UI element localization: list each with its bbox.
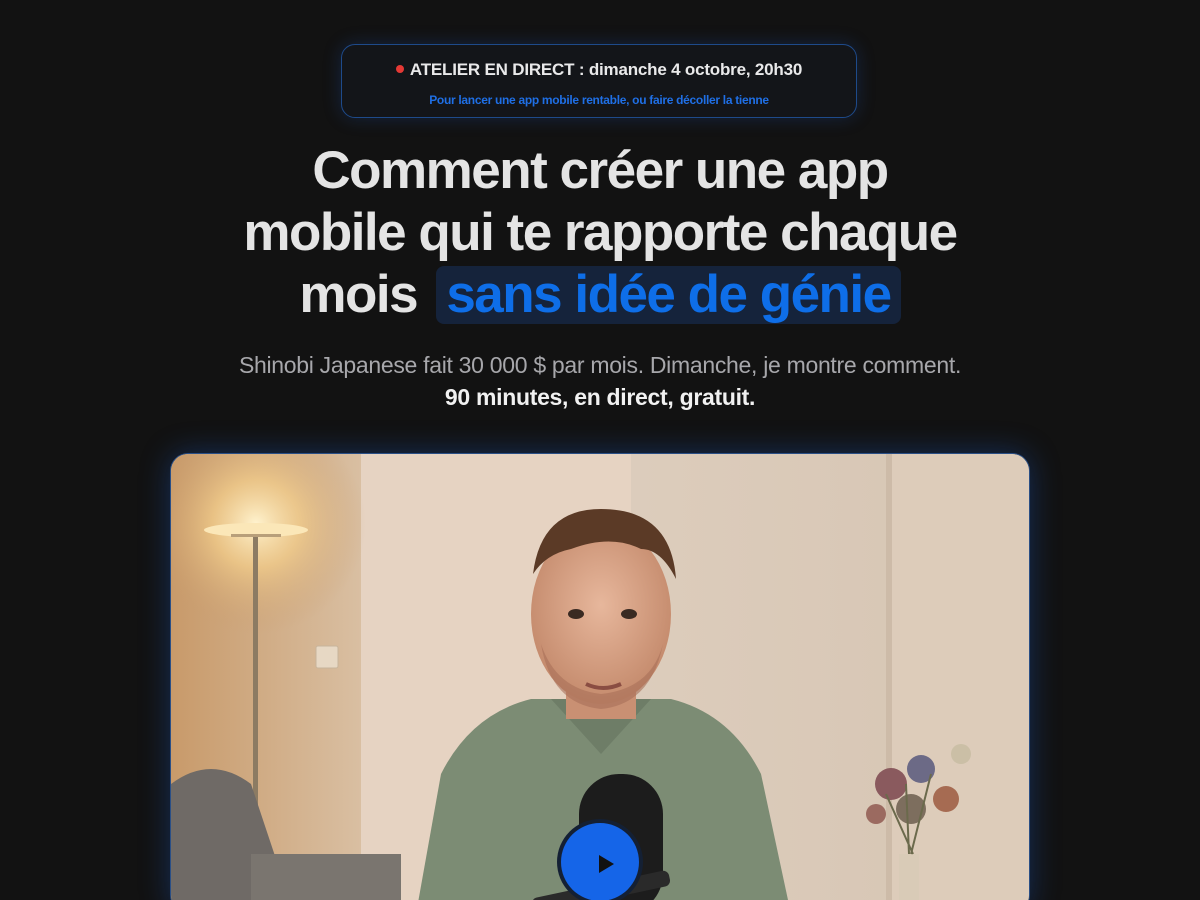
subheadline-strong: 90 minutes, en direct, gratuit. xyxy=(444,384,756,410)
live-dot-icon xyxy=(395,64,404,73)
play-icon xyxy=(599,855,614,873)
headline-line-1: Comment créer une app xyxy=(312,141,889,200)
live-event-banner: ATELIER EN DIRECT : dimanche 4 octobre, … xyxy=(341,44,857,118)
banner-title: ATELIER EN DIRECT : dimanche 4 octobre, … xyxy=(409,60,803,79)
banner-title-row: ATELIER EN DIRECT : dimanche 4 octobre, … xyxy=(342,60,856,80)
banner-subtitle: Pour lancer une app mobile rentable, ou … xyxy=(429,93,769,107)
landing-page: ATELIER EN DIRECT : dimanche 4 octobre, … xyxy=(0,0,1200,900)
headline-highlight: sans idée de génie xyxy=(436,266,901,324)
video-player[interactable] xyxy=(170,453,1030,900)
play-button[interactable] xyxy=(557,819,643,900)
headline-line-3: mois sans idée de génie xyxy=(150,264,1050,326)
headline-line-3-prefix: mois xyxy=(299,265,418,324)
page-headline: Comment créer une app mobile qui te rapp… xyxy=(150,140,1050,326)
headline-line-2: mobile qui te rapporte chaque xyxy=(243,203,958,262)
subheadline-text: Shinobi Japanese fait 30 000 $ par mois.… xyxy=(238,352,962,378)
